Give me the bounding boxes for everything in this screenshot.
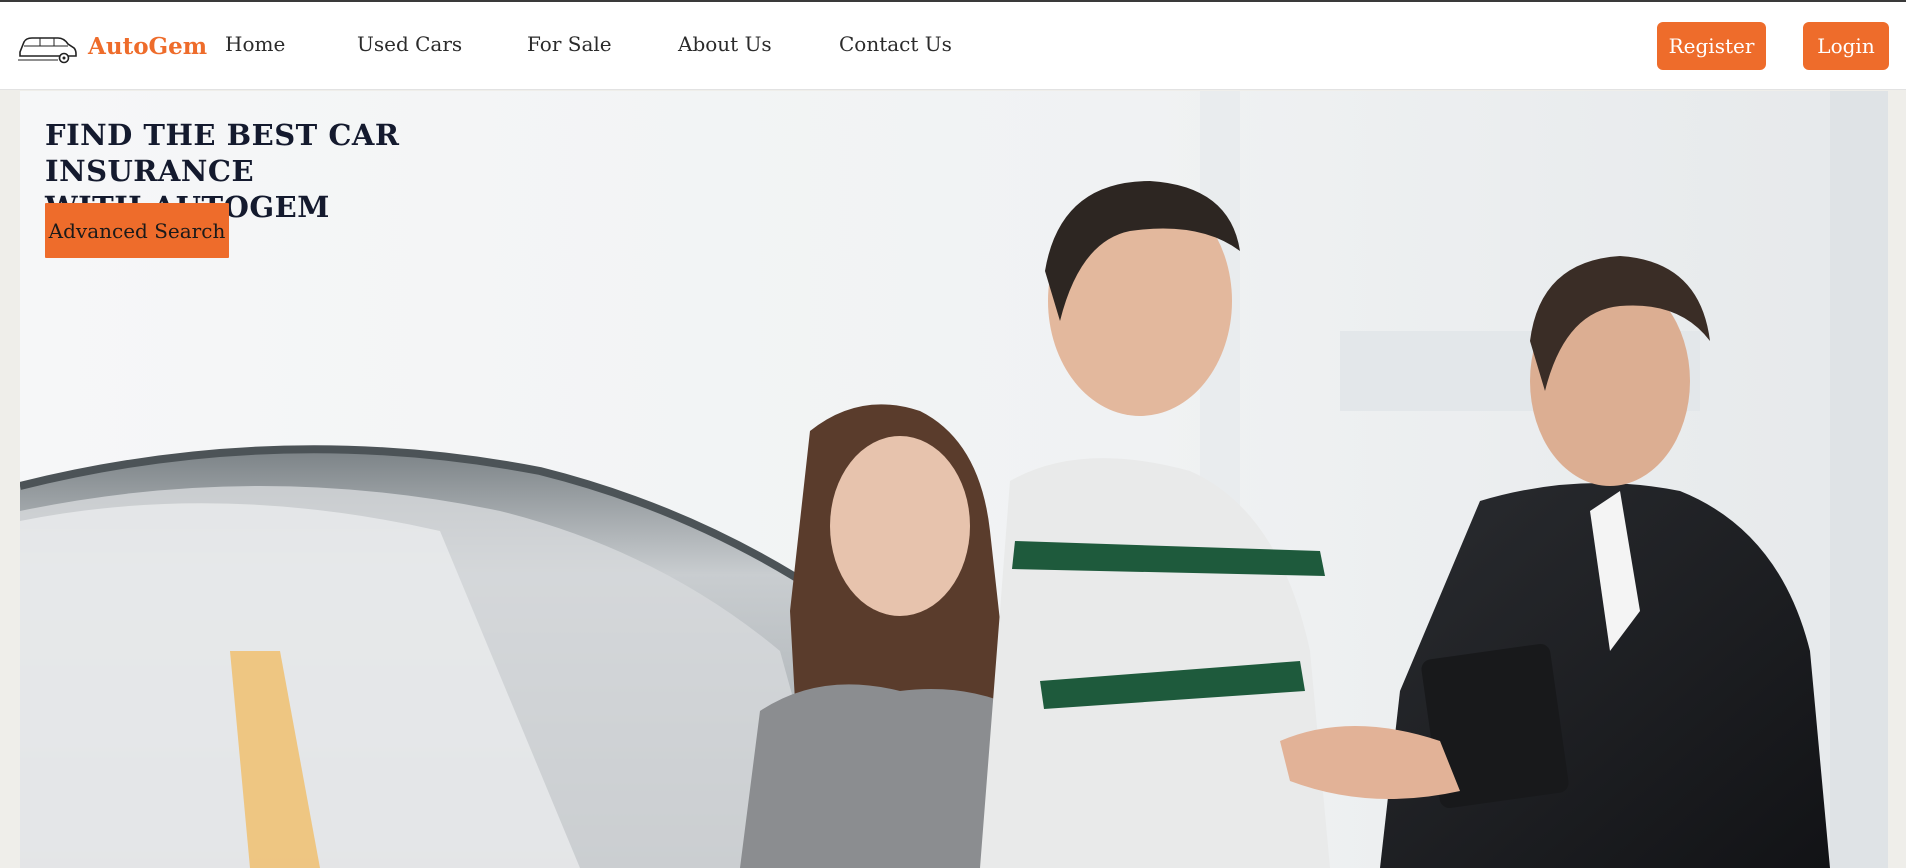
nav-used-cars[interactable]: Used Cars	[357, 32, 462, 56]
nav-contact-us[interactable]: Contact Us	[839, 32, 952, 56]
nav-home[interactable]: Home	[225, 32, 285, 56]
nav-about-us[interactable]: About Us	[678, 32, 772, 56]
hero-banner: FIND THE BEST CAR INSURANCE WITH AUTOGEM…	[20, 91, 1888, 868]
login-button[interactable]: Login	[1803, 22, 1889, 70]
car-outline-icon	[18, 37, 77, 64]
hero-title-line-1: FIND THE BEST CAR INSURANCE	[45, 118, 400, 188]
brand-logo-link[interactable]: AutoGem	[18, 28, 207, 64]
site-header: AutoGem Home Used Cars For Sale About Us…	[0, 2, 1906, 90]
advanced-search-button[interactable]: Advanced Search	[45, 203, 229, 258]
register-button[interactable]: Register	[1657, 22, 1766, 70]
nav-for-sale[interactable]: For Sale	[527, 32, 612, 56]
brand-name: AutoGem	[88, 32, 208, 60]
